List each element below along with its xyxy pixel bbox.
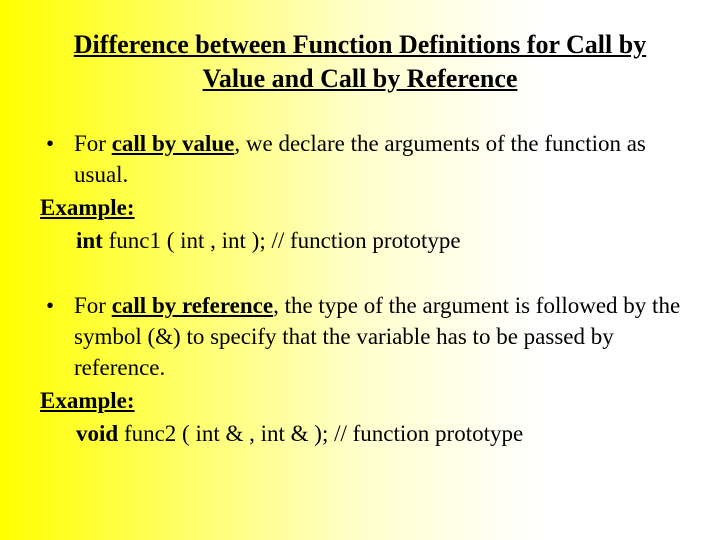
bullet-line: • For call by reference, the type of the…: [38, 290, 682, 383]
bullet-keyword: call by reference: [112, 293, 273, 318]
example-code: int func1 ( int , int ); // function pro…: [76, 225, 682, 256]
example-label: Example:: [40, 385, 682, 416]
code-return-type: void: [76, 421, 118, 446]
bullet-text: For call by reference, the type of the a…: [74, 290, 682, 383]
bullet-line: • For call by value, we declare the argu…: [38, 128, 682, 190]
slide-title: Difference between Function Definitions …: [38, 28, 682, 96]
code-return-type: int: [76, 228, 103, 253]
bullet-pre: For: [74, 293, 112, 318]
code-rest: func1 ( int , int ); // function prototy…: [103, 228, 461, 253]
example-code: void func2 ( int & , int & ); // functio…: [76, 418, 682, 449]
bullet-marker: •: [38, 290, 74, 383]
bullet-block-cbr: • For call by reference, the type of the…: [38, 290, 682, 449]
example-label: Example:: [40, 192, 682, 223]
slide-content: • For call by value, we declare the argu…: [38, 128, 682, 449]
bullet-text: For call by value, we declare the argume…: [74, 128, 682, 190]
bullet-marker: •: [38, 128, 74, 190]
code-rest: func2 ( int & , int & ); // function pro…: [118, 421, 523, 446]
bullet-block-cbv: • For call by value, we declare the argu…: [38, 128, 682, 256]
bullet-pre: For: [74, 131, 112, 156]
bullet-keyword: call by value: [112, 131, 235, 156]
